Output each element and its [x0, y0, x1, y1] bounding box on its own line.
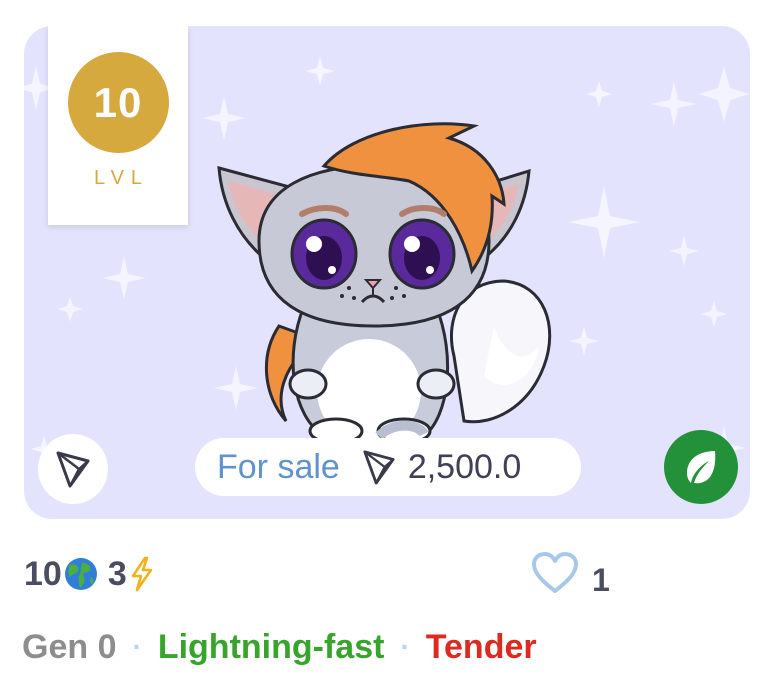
like-button[interactable]: 1	[530, 548, 610, 598]
trait-separator: ·	[400, 631, 410, 662]
trait-personality[interactable]: Tender	[426, 628, 537, 667]
generation-label: Gen 0	[22, 627, 117, 666]
kitty-card[interactable]: 10 LVL For sale 2,500.0	[24, 26, 750, 519]
trait-speed[interactable]: Lightning-fast	[158, 628, 385, 667]
sale-label: For sale	[217, 447, 340, 486]
heart-outline-icon	[532, 552, 578, 593]
tron-network-button[interactable]	[38, 434, 108, 504]
for-sale-pill[interactable]: For sale 2,500.0	[195, 438, 581, 496]
like-count: 1	[592, 561, 610, 598]
globe-emoji-icon	[64, 558, 97, 590]
leaf-icon	[687, 451, 716, 484]
tron-icon	[362, 448, 396, 486]
globe-count: 10	[24, 554, 62, 593]
trait-separator: ·	[132, 631, 142, 662]
sale-price: 2,500.0	[407, 447, 522, 486]
energy-count: 3	[107, 554, 127, 593]
leaf-button[interactable]	[664, 430, 738, 504]
kitty-stats: 10 3	[24, 552, 155, 596]
kitty-traits: Gen 0 · Lightning-fast · Tender	[22, 624, 537, 670]
lightning-icon	[131, 556, 153, 592]
tron-icon	[56, 451, 90, 488]
